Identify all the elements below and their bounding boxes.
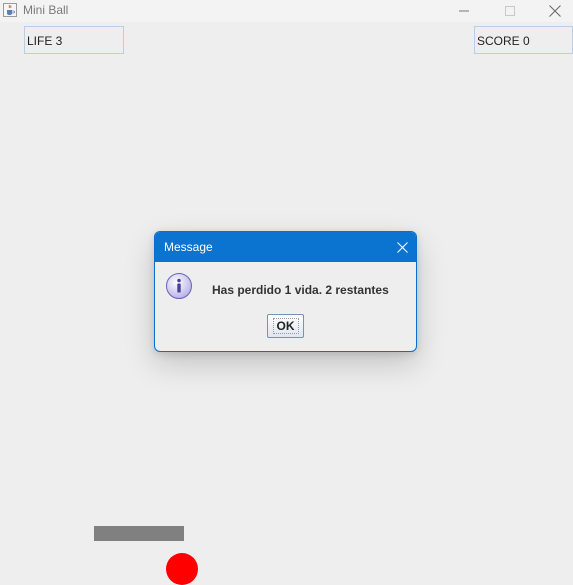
ok-button[interactable]: OK <box>267 314 304 338</box>
close-icon <box>396 241 408 253</box>
life-label: LIFE 3 <box>24 26 124 54</box>
window-titlebar: Mini Ball <box>0 0 573 22</box>
dialog-titlebar: Message <box>155 232 416 262</box>
minimize-button[interactable] <box>441 0 487 22</box>
close-button[interactable] <box>532 0 573 22</box>
paddle <box>94 526 184 541</box>
dialog-message: Has perdido 1 vida. 2 restantes <box>212 283 389 297</box>
score-label: SCORE 0 <box>474 26 573 54</box>
window-title: Mini Ball <box>23 3 69 17</box>
minimize-icon <box>459 10 469 12</box>
java-coffee-cup-icon[interactable] <box>3 3 17 17</box>
dialog-close-button[interactable] <box>388 232 416 262</box>
info-icon <box>165 272 193 300</box>
ball <box>166 553 198 585</box>
maximize-button[interactable] <box>487 0 533 22</box>
ok-button-label: OK <box>272 318 299 334</box>
close-icon <box>549 5 561 17</box>
maximize-icon <box>505 6 515 16</box>
dialog-title: Message <box>164 240 213 254</box>
message-dialog: Message Has perdido 1 vida. 2 restantes … <box>154 231 417 352</box>
